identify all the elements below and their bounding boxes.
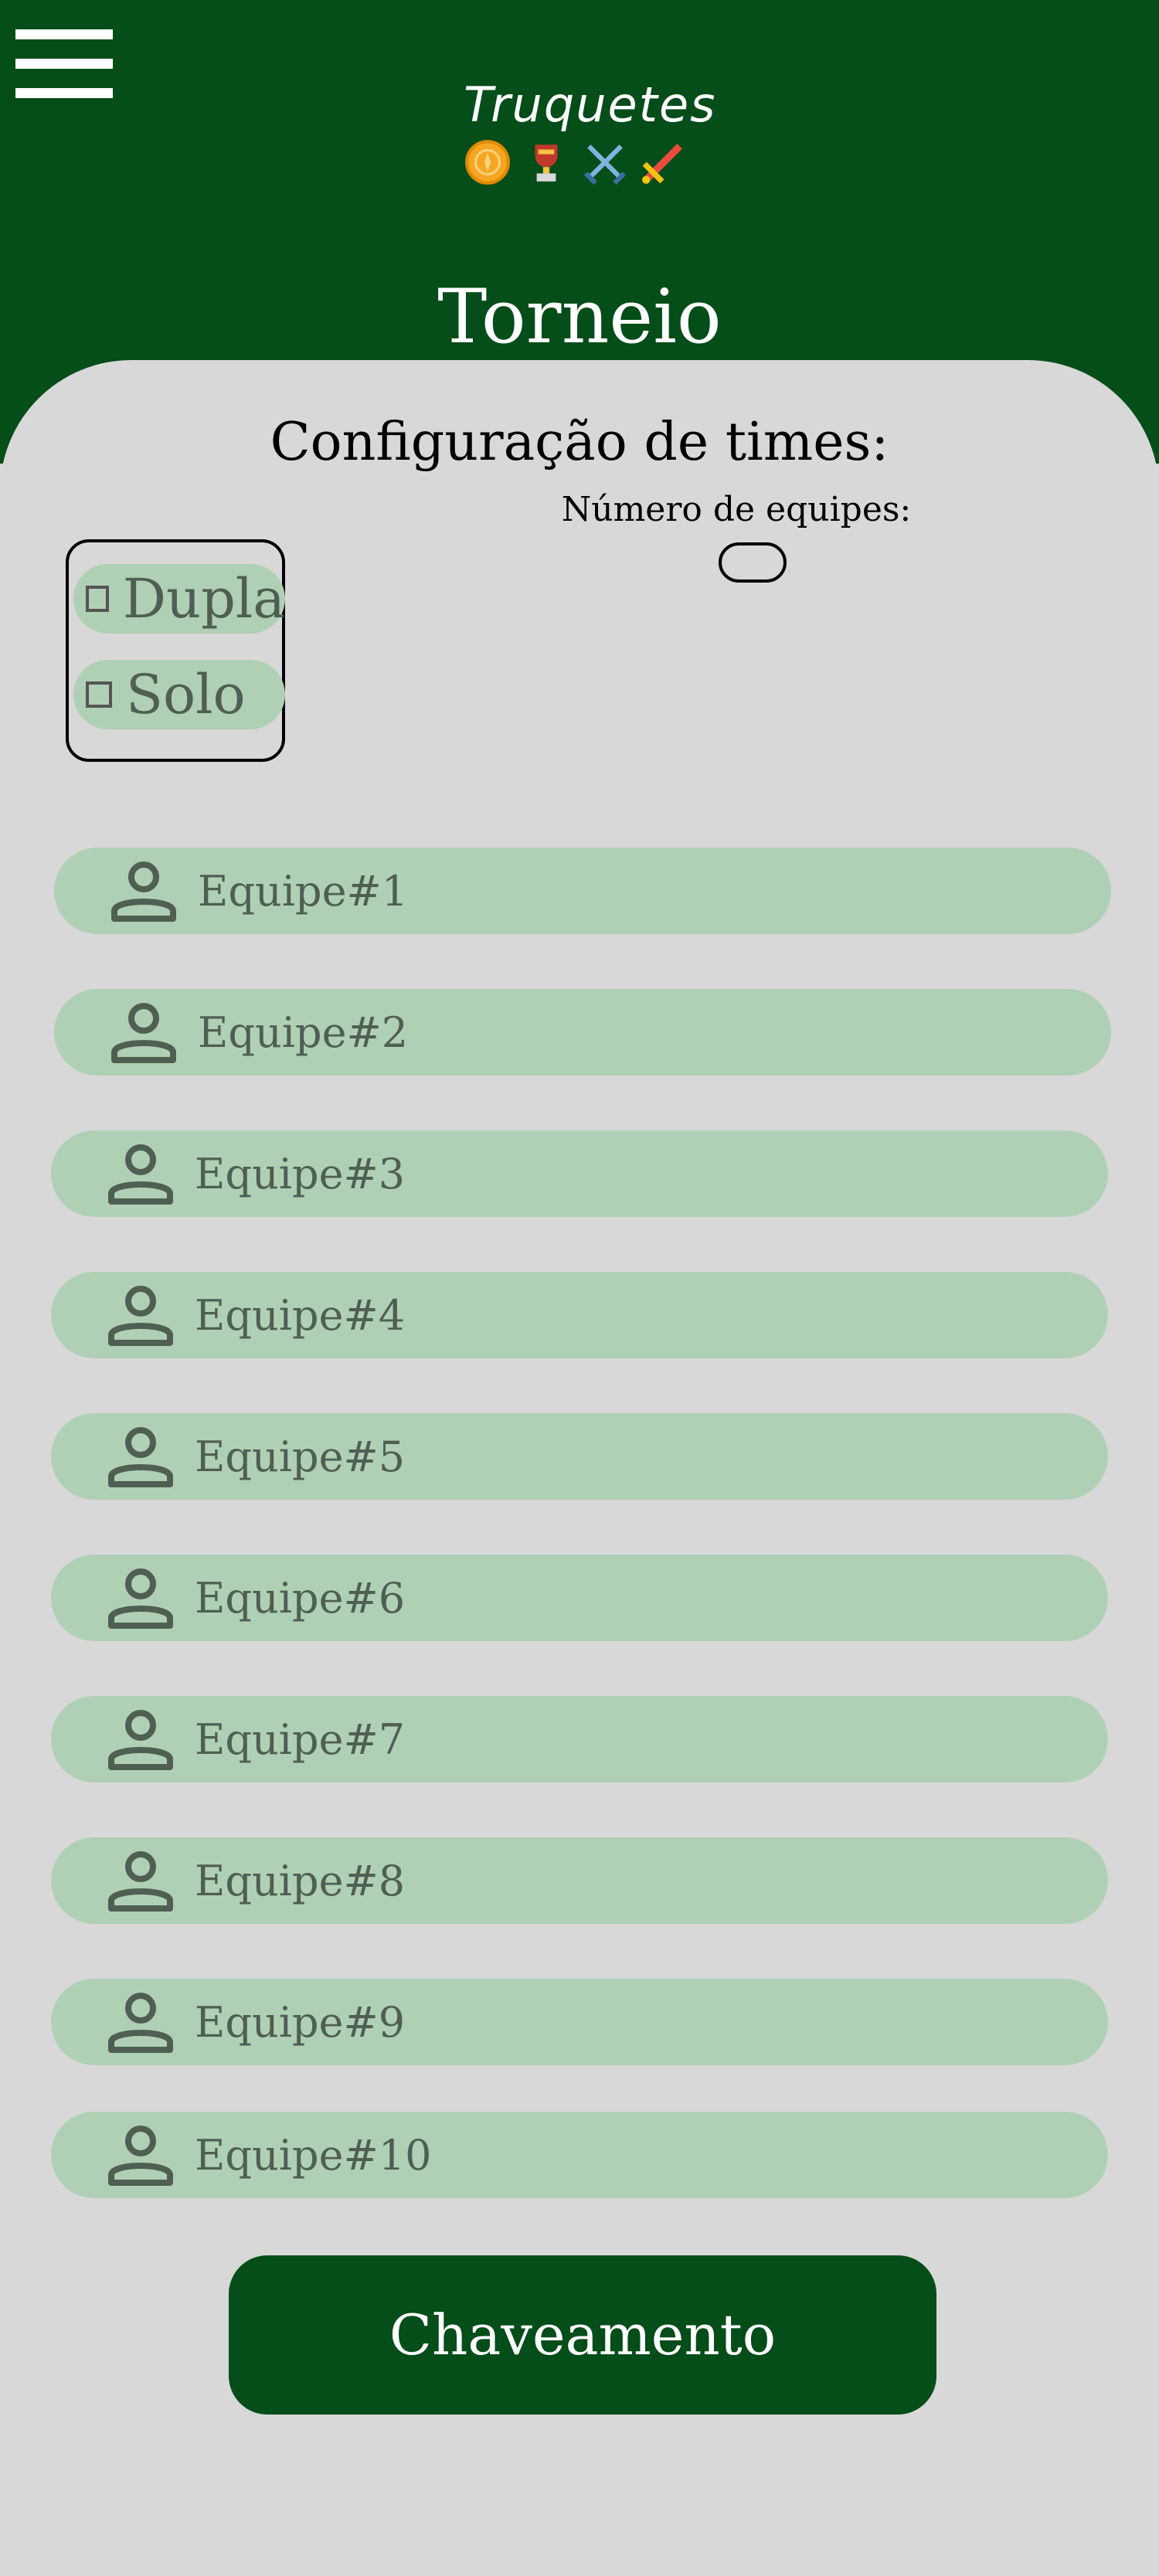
team-input-6[interactable]: Equipe#6 xyxy=(51,1555,1108,1641)
team-name: Equipe#7 xyxy=(195,1715,406,1764)
person-icon xyxy=(108,1851,173,1912)
team-input-9[interactable]: Equipe#9 xyxy=(51,1979,1108,2065)
logo-text: Truquetes xyxy=(464,76,717,133)
num-teams-input[interactable] xyxy=(719,542,787,583)
mode-option-solo[interactable]: Solo xyxy=(73,660,285,729)
team-name: Equipe#6 xyxy=(195,1573,406,1623)
mode-selector: Dupla Solo xyxy=(66,539,285,762)
team-input-7[interactable]: Equipe#7 xyxy=(51,1696,1108,1782)
team-name: Equipe#10 xyxy=(195,2130,432,2180)
coin-icon xyxy=(465,140,510,185)
team-input-10[interactable]: Equipe#10 xyxy=(51,2112,1108,2198)
sword-icon xyxy=(642,144,682,184)
person-icon xyxy=(111,861,176,922)
num-teams-label: Número de equipes: xyxy=(561,490,912,529)
team-input-4[interactable]: Equipe#4 xyxy=(51,1272,1108,1358)
team-name: Equipe#5 xyxy=(195,1432,406,1481)
mode-label-solo: Solo xyxy=(126,663,246,726)
person-icon xyxy=(108,1427,173,1487)
person-icon xyxy=(108,1993,173,2053)
team-input-2[interactable]: Equipe#2 xyxy=(54,989,1111,1076)
bracket-button[interactable]: Chaveamento xyxy=(229,2255,936,2415)
trophy-icon xyxy=(535,144,558,182)
dupla-checkbox[interactable] xyxy=(86,586,109,612)
hamburger-menu-icon[interactable] xyxy=(15,29,113,99)
team-input-8[interactable]: Equipe#8 xyxy=(51,1837,1108,1924)
person-icon xyxy=(108,1568,173,1629)
team-name: Equipe#2 xyxy=(198,1008,409,1057)
person-icon xyxy=(111,1003,176,1063)
person-icon xyxy=(108,1710,173,1770)
team-name: Equipe#1 xyxy=(198,866,409,916)
team-name: Equipe#8 xyxy=(195,1856,406,1905)
mode-label-dupla: Dupla xyxy=(122,567,285,630)
solo-checkbox[interactable] xyxy=(86,681,112,708)
mode-option-dupla[interactable]: Dupla xyxy=(73,564,285,634)
team-config-title: Configuração de times: xyxy=(270,412,889,473)
team-name: Equipe#9 xyxy=(195,1997,406,2047)
app-logo: Truquetes xyxy=(464,73,717,186)
person-icon xyxy=(108,1144,173,1205)
person-icon xyxy=(108,1286,173,1346)
team-input-5[interactable]: Equipe#5 xyxy=(51,1413,1108,1500)
person-icon xyxy=(108,2126,173,2186)
team-input-3[interactable]: Equipe#3 xyxy=(51,1130,1108,1217)
team-name: Equipe#3 xyxy=(195,1149,406,1198)
crossed-swords-icon xyxy=(584,144,626,185)
team-name: Equipe#4 xyxy=(195,1290,406,1340)
team-input-1[interactable]: Equipe#1 xyxy=(54,848,1111,934)
page-title: Torneio xyxy=(437,274,722,360)
